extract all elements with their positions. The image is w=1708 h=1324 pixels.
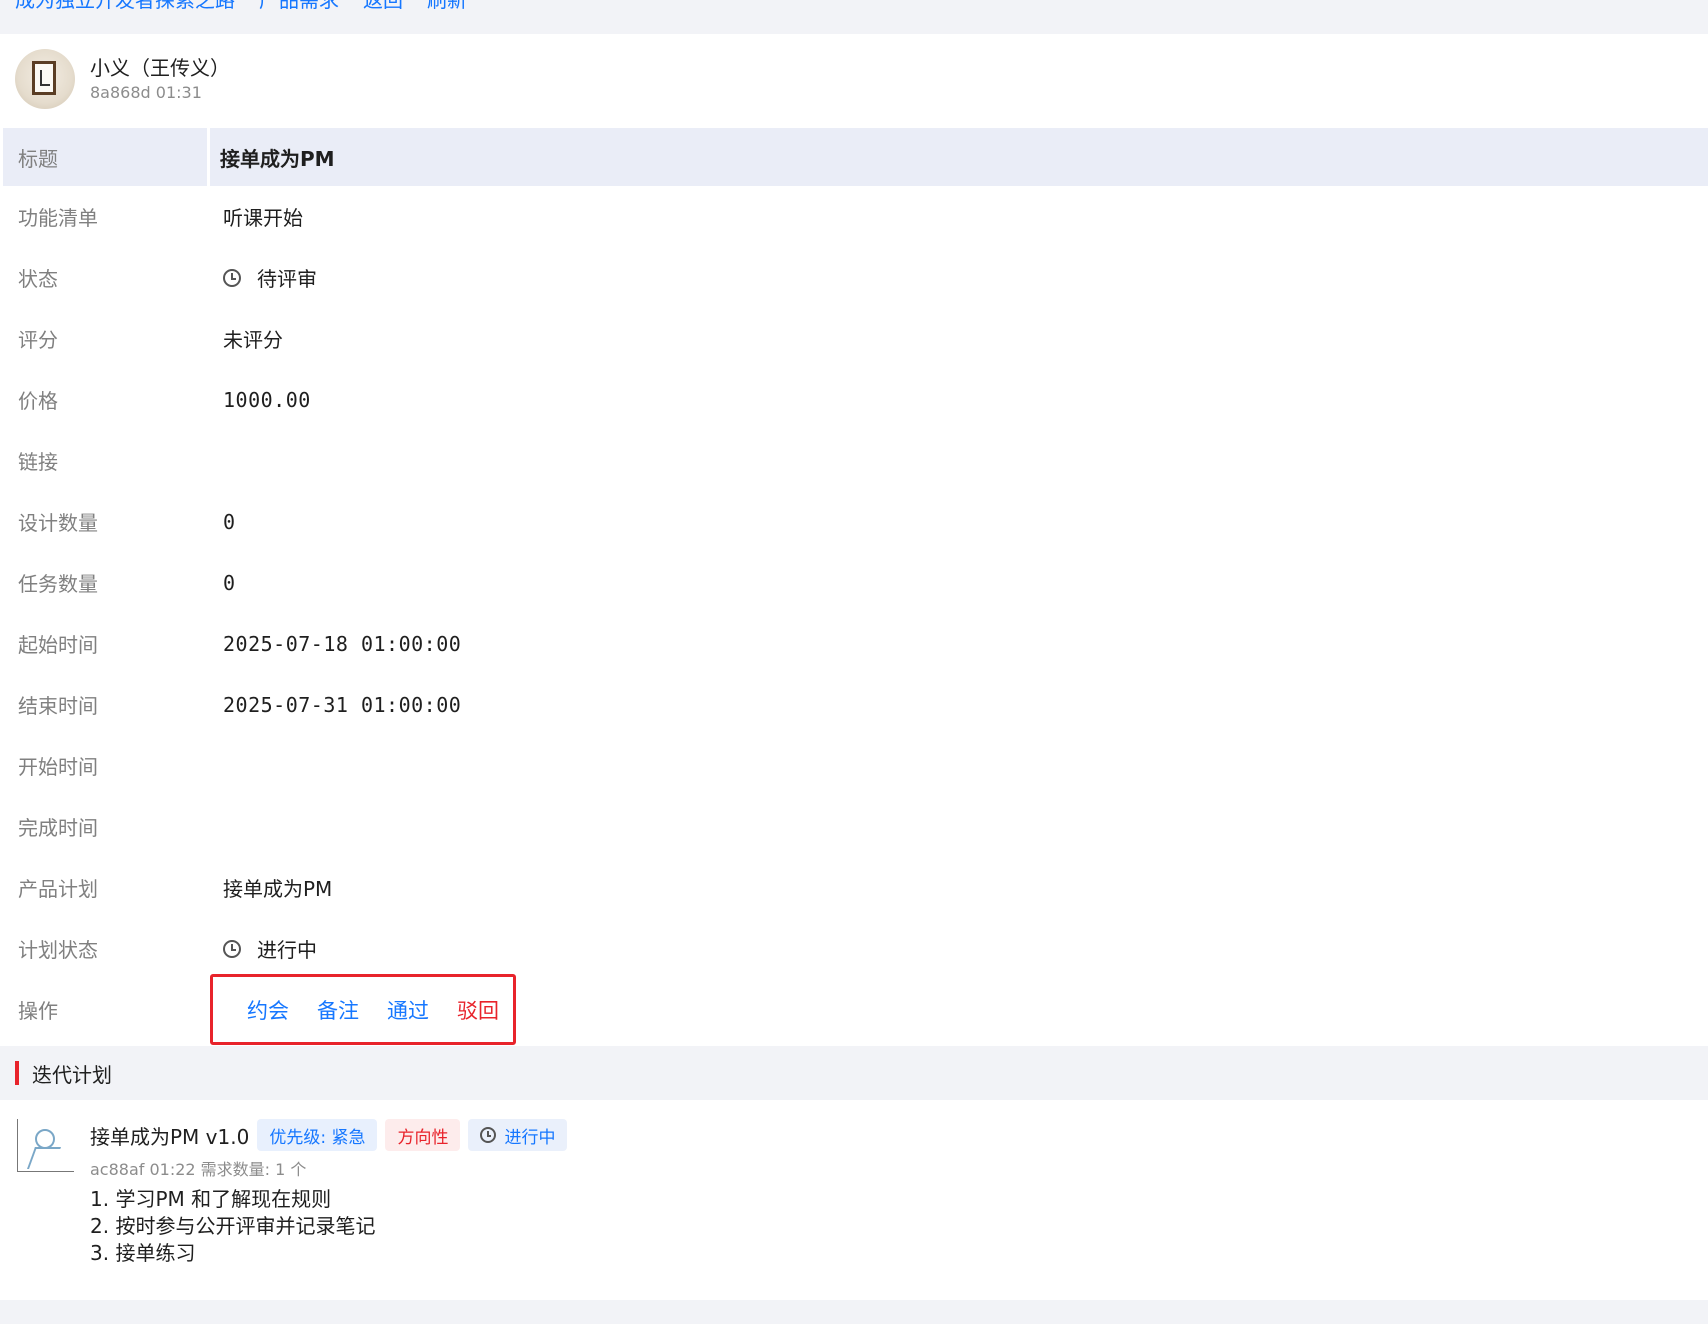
page: 成为独立开发者探索之路 产品需求 返回 刷新 小义（王传义） 8a868d 01… — [0, 0, 1708, 1324]
nav-link-project[interactable]: 成为独立开发者探索之路 — [15, 0, 235, 14]
reject-button[interactable]: 驳回 — [457, 995, 499, 1025]
plan-status-text: 进行中 — [257, 938, 317, 962]
label-operations: 操作 — [18, 999, 58, 1023]
user-meta: 8a868d 01:31 — [90, 83, 202, 102]
approve-button[interactable]: 通过 — [387, 995, 429, 1025]
label-end-time: 结束时间 — [18, 694, 98, 718]
clock-icon — [480, 1127, 497, 1143]
direction-tag: 方向性 — [385, 1119, 461, 1151]
label-rating: 评分 — [18, 328, 58, 352]
nav-links: 成为独立开发者探索之路 产品需求 返回 刷新 — [15, 0, 467, 14]
list-item: 3. 接单练习 — [90, 1241, 196, 1265]
label-product-plan: 产品计划 — [18, 877, 98, 901]
value-product-plan[interactable]: 接单成为PM — [210, 873, 332, 902]
label-features: 功能清单 — [18, 206, 98, 230]
thumbnail-figure-head — [35, 1129, 55, 1149]
value-title: 接单成为PM — [210, 143, 335, 172]
section-title: 迭代计划 — [32, 1062, 112, 1087]
label-begin-time: 开始时间 — [18, 755, 98, 779]
title-text: 接单成为PM — [220, 146, 335, 171]
value-start-time: 2025-07-18 01:00:00 — [223, 631, 462, 656]
label-start-time: 起始时间 — [18, 633, 98, 657]
value-features: 听课开始 — [223, 206, 303, 230]
row-price: 价格 1000.00 — [3, 369, 1708, 430]
value-task-count: 0 — [223, 570, 236, 595]
user-header: 小义（王传义） 8a868d 01:31 — [15, 49, 230, 109]
row-product-plan: 产品计划 接单成为PM — [3, 857, 1708, 918]
row-finish-time: 完成时间 — [3, 796, 1708, 857]
top-nav: 成为独立开发者探索之路 产品需求 返回 刷新 — [0, 0, 1708, 34]
section-header-iterations: 迭代计划 — [0, 1046, 1708, 1100]
value-plan-status: 进行中 — [210, 934, 317, 963]
row-start-time: 起始时间 2025-07-18 01:00:00 — [3, 613, 1708, 674]
sketch-thumbnail-icon — [15, 1115, 75, 1175]
bottom-strip — [0, 1300, 1708, 1324]
status-tag-text: 进行中 — [504, 1127, 556, 1148]
avatar[interactable] — [15, 49, 75, 109]
row-rating: 评分 未评分 — [3, 308, 1708, 369]
priority-tag: 优先级: 紧急 — [257, 1119, 378, 1151]
row-title: 标题 接单成为PM — [3, 128, 1708, 186]
status-text: 待评审 — [257, 267, 317, 291]
list-item: 2. 按时参与公开评审并记录笔记 — [90, 1214, 376, 1238]
value-rating: 未评分 — [223, 328, 283, 352]
label-task-count: 任务数量 — [18, 572, 98, 596]
iteration-meta: ac88af 01:22 需求数量: 1 个 — [90, 1160, 307, 1179]
iteration-name[interactable]: 接单成为PM v1.0 — [90, 1121, 249, 1150]
value-design-count: 0 — [223, 509, 236, 534]
note-button[interactable]: 备注 — [317, 995, 359, 1025]
clock-icon — [223, 268, 241, 287]
value-operations: 约会 备注 通过 驳回 — [210, 974, 529, 1045]
label-link: 链接 — [18, 450, 58, 474]
nav-link-refresh[interactable]: 刷新 — [427, 0, 467, 14]
row-plan-status: 计划状态 进行中 — [3, 918, 1708, 979]
row-operations: 操作 约会 备注 通过 驳回 — [3, 974, 1708, 1045]
label-plan-status: 计划状态 — [18, 938, 98, 962]
iteration-description: 1. 学习PM 和了解现在规则 2. 按时参与公开评审并记录笔记 3. 接单练习 — [90, 1186, 375, 1267]
label-status: 状态 — [18, 267, 58, 291]
detail-card: 小义（王传义） 8a868d 01:31 标题 接单成为PM 功能清单 听课开始… — [0, 34, 1708, 1046]
row-link: 链接 — [3, 430, 1708, 491]
nav-link-requirements[interactable]: 产品需求 — [259, 0, 339, 14]
list-item: 1. 学习PM 和了解现在规则 — [90, 1187, 332, 1211]
nav-link-back[interactable]: 返回 — [363, 0, 403, 14]
row-task-count: 任务数量 0 — [3, 552, 1708, 613]
detail-table: 标题 接单成为PM 功能清单 听课开始 状态 待评审 评分 未评分 价格 100… — [3, 128, 1708, 1045]
user-info: 小义（王传义） 8a868d 01:31 — [90, 54, 230, 104]
user-name: 小义（王传义） — [90, 56, 230, 80]
label-price: 价格 — [18, 389, 58, 413]
row-design-count: 设计数量 0 — [3, 491, 1708, 552]
section-accent-bar — [15, 1061, 19, 1085]
label-title: 标题 — [3, 128, 210, 186]
value-price: 1000.00 — [223, 387, 311, 412]
appointment-button[interactable]: 约会 — [247, 995, 289, 1025]
value-end-time: 2025-07-31 01:00:00 — [223, 692, 462, 717]
clock-icon — [223, 939, 241, 958]
value-status: 待评审 — [210, 263, 317, 292]
label-design-count: 设计数量 — [18, 511, 98, 535]
iteration-card[interactable]: 接单成为PM v1.0 优先级: 紧急 方向性 进行中 ac88af 01:22… — [0, 1100, 1708, 1300]
label-finish-time: 完成时间 — [18, 816, 98, 840]
operations-box: 约会 备注 通过 驳回 — [210, 974, 516, 1045]
framed-calligraphy-icon — [32, 61, 56, 95]
row-features: 功能清单 听课开始 — [3, 186, 1708, 247]
row-status: 状态 待评审 — [3, 247, 1708, 308]
row-begin-time: 开始时间 — [3, 735, 1708, 796]
iteration-header: 接单成为PM v1.0 优先级: 紧急 方向性 进行中 — [90, 1119, 575, 1151]
row-end-time: 结束时间 2025-07-31 01:00:00 — [3, 674, 1708, 735]
status-tag: 进行中 — [468, 1119, 568, 1151]
